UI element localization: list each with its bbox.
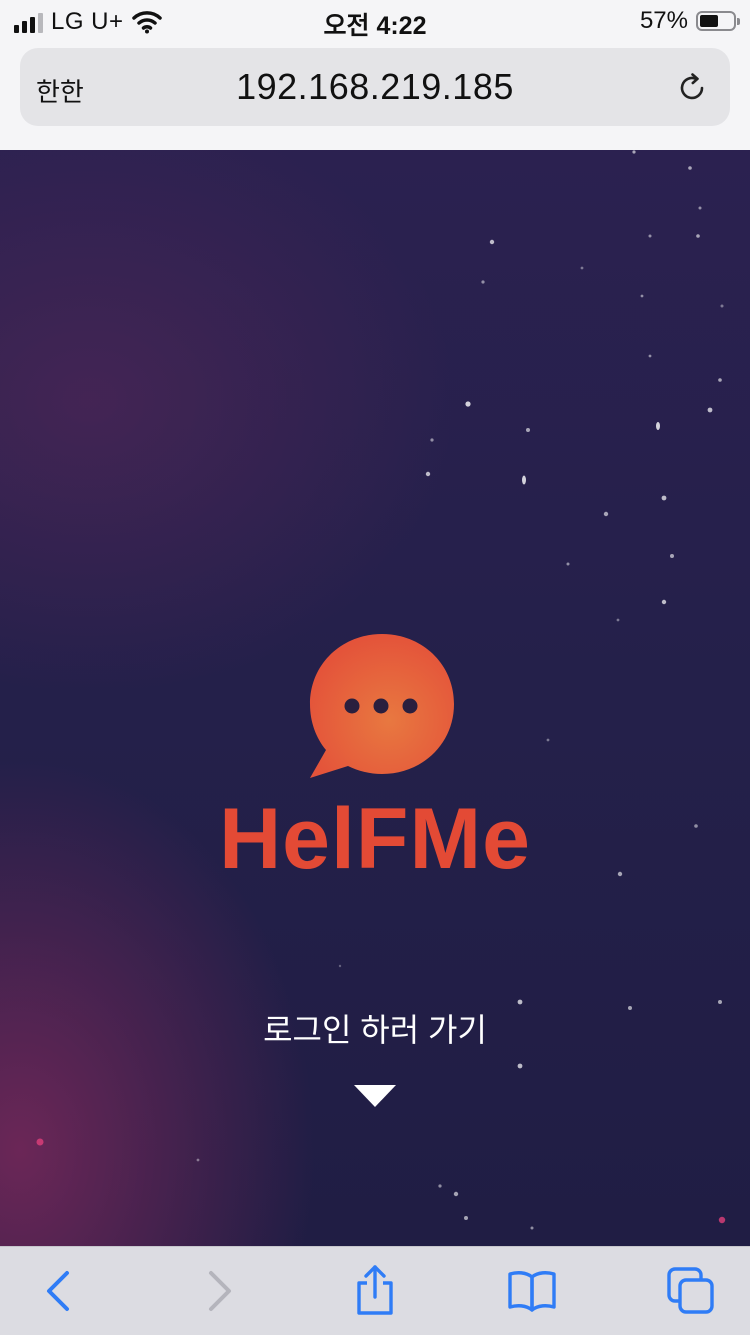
battery-nub [737, 18, 740, 25]
battery-fill [700, 15, 719, 27]
address-bar[interactable]: 한한 192.168.219.185 [20, 48, 730, 126]
go-to-login-link[interactable]: 로그인 하러 가기 [0, 1005, 750, 1051]
status-bar: LG U+ 오전 4:22 57% [0, 0, 750, 44]
share-icon[interactable] [349, 1265, 401, 1317]
chat-bubble-logo-icon [310, 634, 454, 778]
battery-percent: 57% [639, 7, 688, 34]
status-time: 오전 4:22 [323, 12, 427, 40]
chevron-right-icon[interactable] [194, 1265, 246, 1317]
reload-icon[interactable] [674, 70, 710, 106]
chevron-left-icon[interactable] [34, 1265, 86, 1317]
tabs-icon[interactable] [665, 1265, 717, 1317]
browser-toolbar [0, 1246, 750, 1335]
book-icon[interactable] [506, 1265, 558, 1317]
brand-logo-text: HelFMe [219, 791, 531, 887]
battery-icon [696, 11, 740, 31]
down-arrow-icon[interactable] [354, 1085, 396, 1109]
web-content: HelFMe 로그인 하러 가기 [0, 150, 750, 1246]
address-bar-container: 한한 192.168.219.185 [0, 44, 750, 150]
url-field[interactable]: 192.168.219.185 [20, 66, 730, 108]
status-right: 57% [639, 7, 740, 35]
